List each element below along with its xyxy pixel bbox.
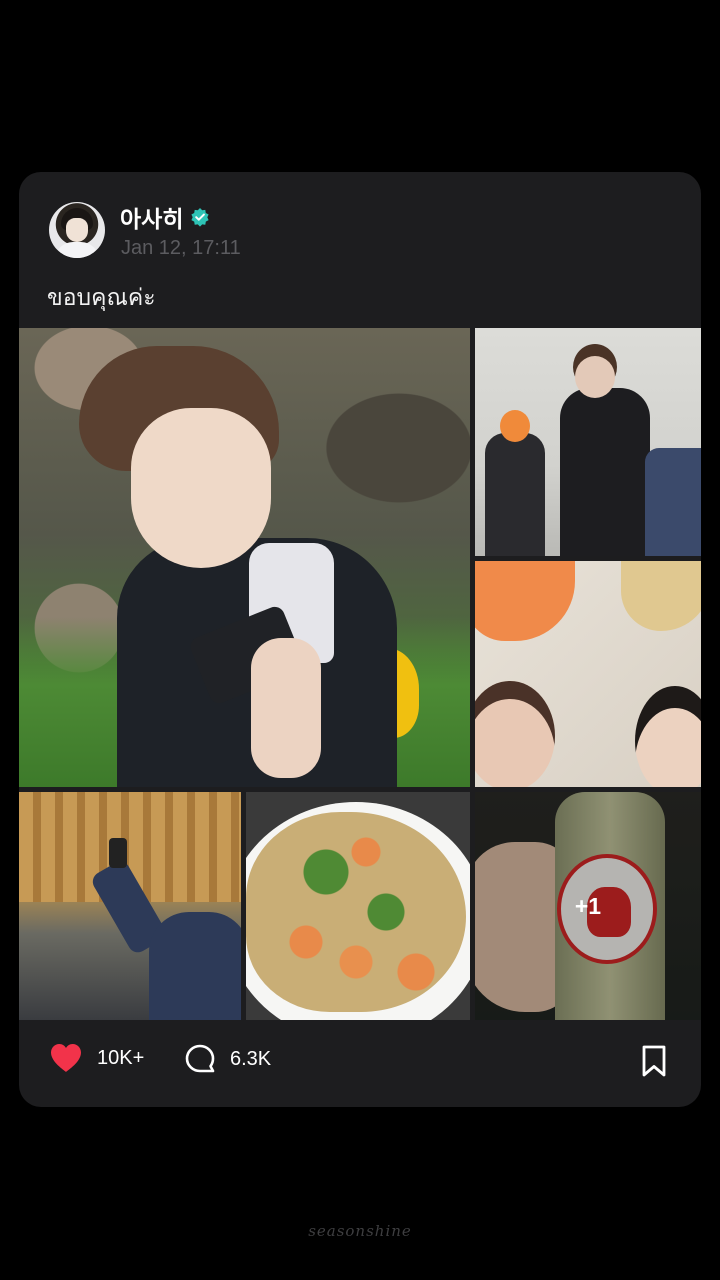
comment-bubble-icon[interactable]	[184, 1043, 216, 1075]
photo-group-selfie[interactable]	[475, 561, 701, 787]
screen: 아사히 Jan 12, 17:11 ขอบคุณค่ะ +1 10K+ 6.3K…	[0, 0, 720, 1280]
hand	[251, 638, 321, 778]
bookmark-icon[interactable]	[639, 1044, 669, 1078]
comment-button[interactable]: 6.3K	[184, 1043, 271, 1075]
username[interactable]: 아사히	[120, 200, 183, 234]
avatar[interactable]	[49, 202, 105, 258]
photo-shrimp-fried-rice[interactable]	[246, 792, 470, 1020]
photo-mirror-group-photo[interactable]	[475, 328, 701, 556]
face-left	[475, 681, 555, 787]
heart-icon[interactable]	[49, 1043, 83, 1073]
post-caption: ขอบคุณค่ะ	[47, 284, 156, 310]
watermark: seasonshine	[308, 1222, 412, 1240]
person-center	[560, 388, 650, 556]
person-center-head	[575, 356, 615, 398]
photo-selfie-with-phone[interactable]	[19, 328, 470, 787]
post-timestamp: Jan 12, 17:11	[121, 237, 241, 259]
avatar-face	[66, 218, 88, 242]
post-card: 아사히 Jan 12, 17:11 ขอบคุณค่ะ +1 10K+ 6.3K	[19, 172, 701, 1107]
hat	[621, 561, 701, 631]
like-count: 10K+	[97, 1046, 145, 1069]
post-author[interactable]: 아사히	[120, 200, 210, 234]
comment-count: 6.3K	[230, 1047, 272, 1070]
post-actions: 10K+ 6.3K	[19, 1020, 701, 1107]
phone	[109, 838, 127, 868]
face	[131, 408, 271, 568]
avatar-shirt	[55, 242, 99, 258]
person-left	[485, 433, 545, 556]
denim-jacket	[645, 448, 701, 556]
like-button[interactable]: 10K+	[49, 1043, 144, 1073]
verified-badge-icon	[191, 208, 210, 227]
photo-soda-bottle[interactable]: +1	[475, 792, 701, 1020]
orange-hair	[475, 561, 575, 641]
photo-restaurant-photo[interactable]	[19, 792, 241, 1020]
orange-hair-head	[500, 410, 530, 442]
more-photos-count[interactable]: +1	[475, 792, 701, 1020]
person	[149, 912, 241, 1020]
face-right	[635, 686, 701, 787]
